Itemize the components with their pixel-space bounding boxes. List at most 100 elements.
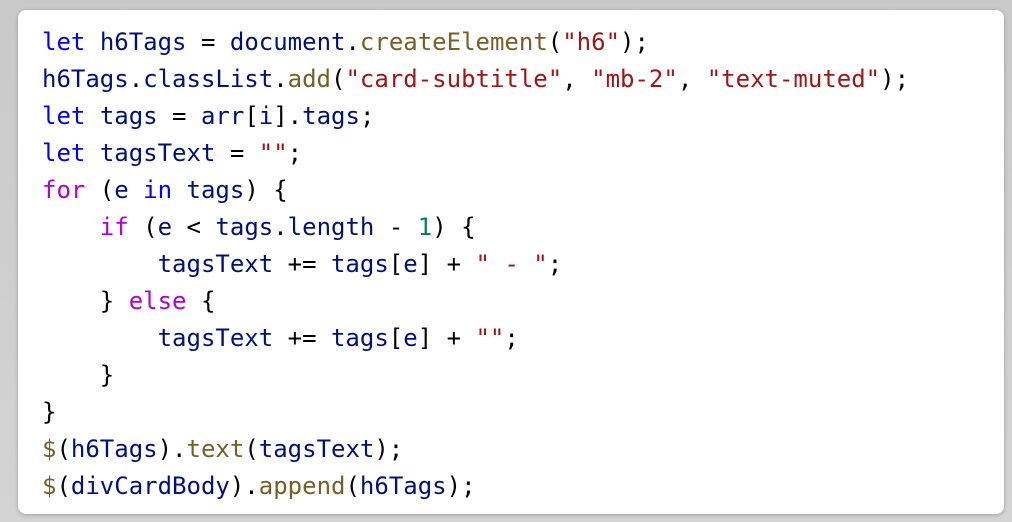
code-line: let tags = arr[i].tags; [42,98,1004,135]
punctuation-token: [ [244,102,259,130]
identifier-token: i [258,102,274,130]
function-token: $ [42,435,57,463]
code-line: for (e in tags) { [42,172,1004,209]
identifier-token: arr [200,102,245,130]
identifier-token: tagsText [157,250,274,278]
identifier-token: tags [186,176,245,204]
control-keyword-token: if [99,213,129,241]
identifier-token: tagsText [99,139,216,167]
punctuation-token: ); [880,65,910,93]
identifier-token: tags [99,102,158,130]
string-token: "" [475,324,505,352]
punctuation-token: ); [446,472,476,500]
string-token: "card-subtitle" [345,65,563,93]
punctuation-token: } [42,287,129,315]
punctuation-token: } [42,361,115,389]
punctuation-token: [ [388,250,404,278]
punctuation-token: ( [244,435,259,463]
punctuation-token: < [172,213,216,241]
screenshot-frame: let h6Tags = document.createElement("h6"… [0,0,1012,522]
punctuation-token [85,28,99,56]
string-token: "" [258,139,288,167]
punctuation-token: ] + [417,250,476,278]
identifier-token: e [114,176,129,204]
keyword-token: let [42,102,86,130]
punctuation-token: { [186,287,216,315]
punctuation-token: ) { [244,176,288,204]
function-token: $ [42,472,57,500]
punctuation-token [42,213,100,241]
punctuation-token: ); [620,28,649,56]
punctuation-token: ; [504,324,519,352]
punctuation-token: ( [56,472,71,500]
code-line: if (e < tags.length - 1) { [42,209,1004,246]
punctuation-token: = [186,28,230,56]
identifier-token: h6Tags [359,472,447,500]
function-token: add [287,65,332,93]
string-token: " - " [475,250,548,278]
punctuation-token [85,139,99,167]
identifier-token: tagsText [157,324,274,352]
code-line: let h6Tags = document.createElement("h6"… [42,24,1004,61]
control-keyword-token: for [42,176,86,204]
code-line: } [42,357,1004,394]
code-line: tagsText += tags[e] + " - "; [42,246,1004,283]
punctuation-token: = [215,139,259,167]
punctuation-token: , [677,65,707,93]
code-line: } else { [42,283,1004,320]
identifier-token: e [157,213,173,241]
punctuation-token: ( [547,28,563,56]
code-line: let tagsText = ""; [42,135,1004,172]
punctuation-token: = [157,102,201,130]
identifier-token: divCardBody [70,472,230,500]
identifier-token: h6Tags [70,435,158,463]
punctuation-token: [ [388,324,404,352]
control-keyword-token: else [128,287,187,315]
identifier-token: tags [302,102,360,130]
punctuation-token: ); [374,435,404,463]
punctuation-token [129,176,143,204]
punctuation-token [172,176,186,204]
punctuation-token: . [345,28,360,56]
function-token: createElement [359,28,548,56]
punctuation-token: += [273,250,331,278]
function-token: append [258,472,346,500]
identifier-token: length [287,213,375,241]
identifier-token: e [403,324,418,352]
keyword-token: let [42,139,86,167]
code-line: } [42,394,1004,431]
identifier-token: tags [330,250,389,278]
punctuation-token: ( [345,472,360,500]
code-block: let h6Tags = document.createElement("h6"… [18,10,1004,514]
punctuation-token: . [273,213,288,241]
punctuation-token: - [374,213,418,241]
code-line: $(divCardBody).append(h6Tags); [42,468,1004,505]
punctuation-token [42,250,158,278]
number-token: 1 [417,213,433,241]
punctuation-token: ; [359,102,375,130]
punctuation-token: ; [547,250,563,278]
punctuation-token: += [273,324,331,352]
identifier-token: tags [330,324,389,352]
identifier-token: classList [143,65,274,93]
punctuation-token [42,324,158,352]
function-token: text [186,435,245,463]
punctuation-token: } [42,398,57,426]
punctuation-token: , [562,65,592,93]
string-token: "h6" [562,28,621,56]
punctuation-token: ). [229,472,259,500]
punctuation-token [85,102,99,130]
identifier-token: tags [215,213,274,241]
punctuation-token: ). [157,435,187,463]
identifier-token: tagsText [258,435,375,463]
keyword-token: in [143,176,173,204]
code-line: tagsText += tags[e] + ""; [42,320,1004,357]
punctuation-token: . [128,65,144,93]
keyword-token: let [42,28,86,56]
code-line: $(h6Tags).text(tagsText); [42,431,1004,468]
identifier-token: h6Tags [42,65,129,93]
identifier-token: e [403,250,418,278]
punctuation-token: ( [56,435,71,463]
punctuation-token: ] + [417,324,476,352]
punctuation-token: ) { [432,213,476,241]
